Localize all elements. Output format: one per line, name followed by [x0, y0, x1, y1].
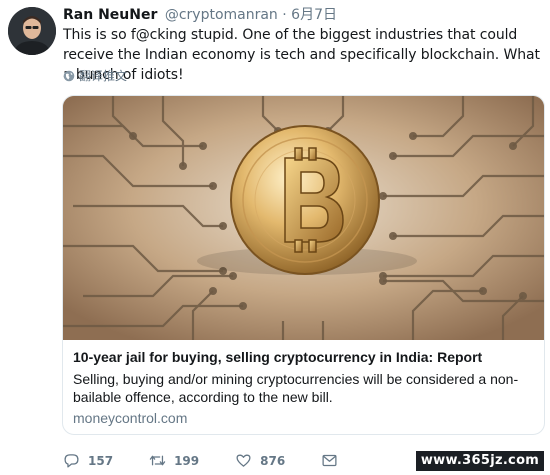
card-domain[interactable]: moneycontrol.com	[73, 409, 534, 427]
tweet-header: Ran NeuNer @cryptomanran · 6月7日	[63, 6, 337, 24]
tweet-actions: 157 199 876	[63, 452, 382, 469]
message-icon	[322, 454, 337, 467]
separator: ·	[282, 7, 287, 23]
avatar[interactable]	[8, 7, 56, 55]
tweet: Ran NeuNer @cryptomanran · 6月7日 This is …	[0, 0, 550, 475]
like-button[interactable]: 876	[235, 452, 285, 469]
bitcoin-circuit-image[interactable]	[63, 96, 544, 340]
retweet-icon	[149, 455, 166, 466]
globe-icon	[63, 70, 75, 82]
author-name[interactable]: Ran NeuNer	[63, 7, 157, 23]
tweet-text: This is so f@cking stupid. One of the bi…	[63, 27, 540, 83]
retweet-count: 199	[174, 453, 200, 468]
reply-button[interactable]: 157	[63, 452, 113, 469]
card-body[interactable]: 10-year jail for buying, selling cryptoc…	[63, 340, 544, 434]
message-button[interactable]	[321, 452, 346, 469]
author-handle[interactable]: @cryptomanran	[165, 7, 278, 23]
tweet-date[interactable]: 6月7日	[291, 7, 337, 23]
reply-count: 157	[88, 453, 114, 468]
reply-icon	[64, 454, 79, 468]
watermark: www.365jz.com	[416, 451, 544, 471]
link-card[interactable]: 10-year jail for buying, selling cryptoc…	[62, 95, 545, 435]
card-description: Selling, buying and/or mining cryptocurr…	[73, 371, 519, 405]
heart-icon	[236, 454, 251, 467]
translate-label: 翻译推文	[79, 69, 128, 83]
retweet-button[interactable]: 199	[149, 452, 199, 469]
like-count: 876	[260, 453, 286, 468]
card-title[interactable]: 10-year jail for buying, selling cryptoc…	[73, 348, 534, 367]
translate-link[interactable]: 翻译推文	[63, 68, 127, 84]
